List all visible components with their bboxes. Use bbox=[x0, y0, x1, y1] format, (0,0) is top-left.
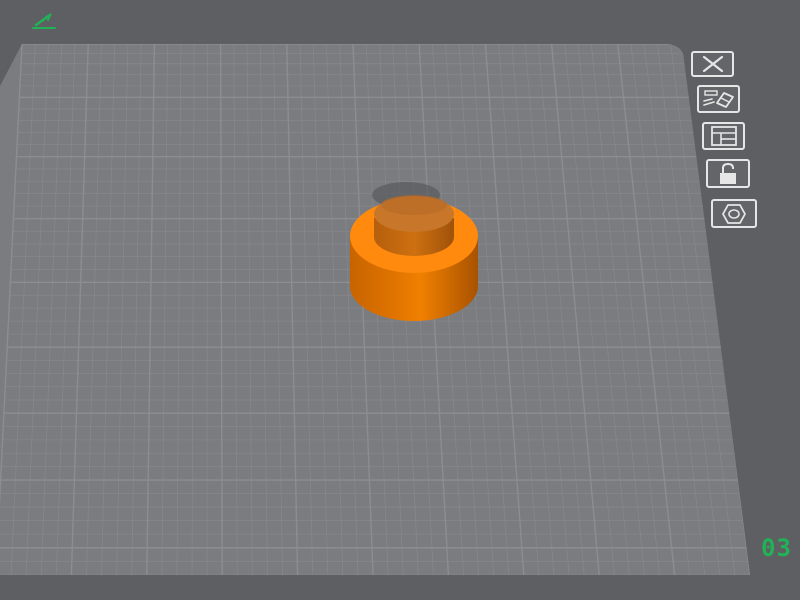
lock-button[interactable] bbox=[706, 159, 750, 188]
layout-icon bbox=[710, 126, 737, 146]
unlock-icon bbox=[720, 162, 736, 184]
pencil-icon[interactable] bbox=[30, 10, 58, 30]
layout-button[interactable] bbox=[702, 122, 745, 150]
eraser-button[interactable] bbox=[697, 85, 740, 113]
counter-readout: 03 bbox=[761, 534, 792, 562]
build-plate-viewport[interactable] bbox=[0, 0, 800, 600]
close-button[interactable] bbox=[691, 51, 734, 77]
eraser-icon bbox=[702, 90, 734, 108]
nut-button[interactable] bbox=[711, 199, 757, 228]
hex-nut-icon bbox=[722, 203, 746, 224]
close-icon bbox=[702, 55, 723, 73]
model-inner-top-shade bbox=[381, 195, 447, 215]
